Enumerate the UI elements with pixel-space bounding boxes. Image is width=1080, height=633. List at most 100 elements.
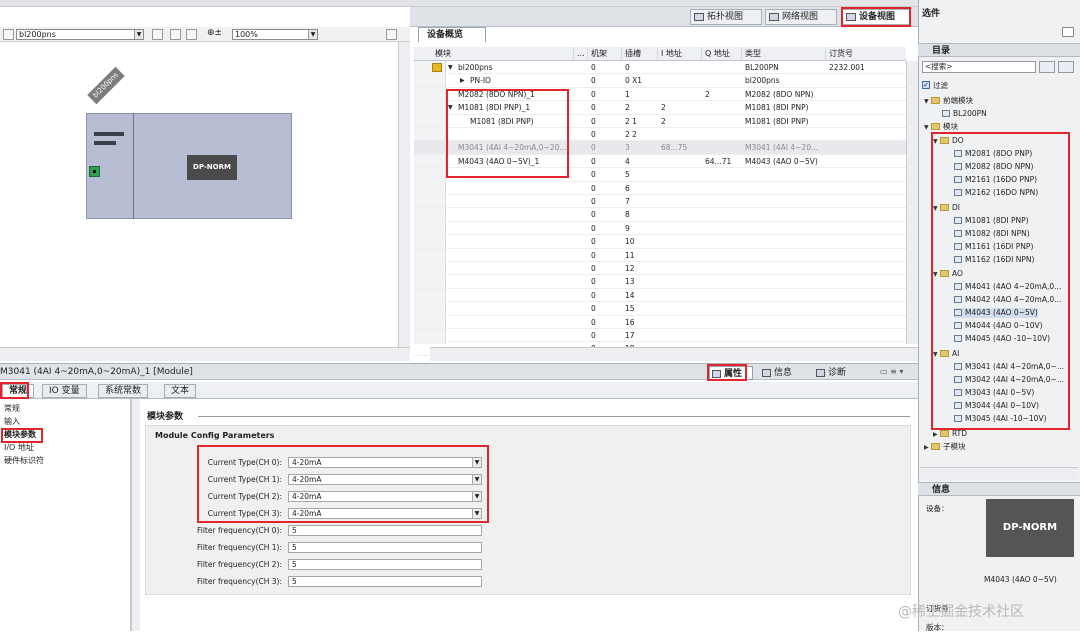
tree-folder-do[interactable]: ▼ DO	[933, 136, 964, 147]
tab-info[interactable]: 信息	[760, 366, 810, 380]
tree-item-ai-1[interactable]: M3042 (4AI 4~20mA,0~...	[954, 375, 1064, 385]
table-row[interactable]: 0 13	[414, 275, 906, 289]
nav-splitter[interactable]	[131, 399, 140, 631]
tree-folder-ao[interactable]: ▼ AO	[933, 269, 963, 280]
module-image[interactable]: DP-NORM	[187, 155, 237, 180]
tree-folder-head-module[interactable]: ▼ 前端模块	[924, 96, 973, 107]
filter-frequency-ch2-input[interactable]: 5	[288, 559, 482, 570]
port-icon[interactable]	[89, 166, 100, 177]
current-type-ch0-select[interactable]: 4-20mA ▼	[288, 457, 482, 468]
col-slot[interactable]: 插槽	[622, 47, 658, 61]
tree-item-ao-0[interactable]: M4041 (4AO 4~20mA,0...	[954, 282, 1061, 292]
table-row[interactable]: 06	[414, 182, 906, 195]
tree-item-ai-3[interactable]: M3044 (4AI 0~10V)	[954, 401, 1039, 411]
fit-icon[interactable]	[186, 29, 197, 40]
table-row[interactable]: 0 11	[414, 249, 906, 262]
nav-io-address[interactable]: I/O 地址	[4, 442, 34, 454]
table-row[interactable]: M1081 (8DI PNP)_1 0 2 2 M1081 (8DI PNP) ▼	[414, 101, 906, 115]
filter-frequency-ch0-input[interactable]: 5	[288, 525, 482, 536]
tree-folder-submodule[interactable]: ▶ 子模块	[924, 442, 966, 453]
table-row[interactable]: bl200pns 0 0 BL200PN 2232.001 ▼	[414, 61, 906, 75]
panel-controls-icon[interactable]: ▭ ≡ ▾	[880, 367, 910, 377]
tree-item-ao-3[interactable]: M4044 (4AO 0~10V)	[954, 321, 1043, 331]
tree-item-di-0[interactable]: M1081 (8DI PNP)	[954, 216, 1029, 226]
table-row[interactable]: 09	[414, 222, 906, 236]
current-type-ch1-select[interactable]: 4-20mA ▼	[288, 474, 482, 485]
tab-properties[interactable]: 属性	[709, 366, 753, 380]
col-type[interactable]: 类型	[742, 47, 826, 61]
tab-general[interactable]: 常规	[2, 384, 35, 398]
filter-frequency-ch1-input[interactable]: 5	[288, 542, 482, 553]
pan-icon[interactable]	[170, 29, 181, 40]
catalog-view-icon[interactable]	[1062, 27, 1074, 37]
nav-general[interactable]: 常规	[4, 403, 20, 415]
catalog-horizontal-scrollbar[interactable]	[920, 467, 1078, 479]
overview-horizontal-scrollbar[interactable]	[430, 347, 918, 361]
tab-diagnostics[interactable]: 诊断	[814, 366, 864, 380]
expand-right-icon[interactable]: ▶	[460, 74, 468, 87]
zoom-icon[interactable]: ⊕±	[207, 28, 222, 38]
nav-module-params[interactable]: 模块参数	[4, 429, 36, 441]
tree-item-do-1[interactable]: M2082 (8DO NPN)	[954, 162, 1033, 172]
tree-folder-module[interactable]: ▼ 模块	[924, 122, 958, 133]
table-row[interactable]: 0 10	[414, 235, 906, 249]
tree-item-ao-4[interactable]: M4045 (4AO -10~10V)	[954, 334, 1050, 344]
grid-icon[interactable]	[152, 29, 163, 40]
expand-down-icon[interactable]: ▼	[448, 61, 456, 74]
tree-item-ai-4[interactable]: M3045 (4AI -10~10V)	[954, 414, 1047, 424]
expand-down-icon[interactable]: ▼	[448, 101, 456, 114]
col-q-address[interactable]: Q 地址	[702, 47, 742, 61]
search-icon[interactable]	[1039, 61, 1055, 73]
tab-system-constants[interactable]: 系统常数	[98, 384, 149, 398]
device-select[interactable]: bl200pns ▼	[16, 29, 144, 40]
table-row[interactable]: 0 17	[414, 329, 906, 343]
table-row[interactable]: 0 15	[414, 302, 906, 316]
search-next-icon[interactable]	[1058, 61, 1074, 73]
table-row[interactable]: 0 16	[414, 316, 906, 329]
tree-item-ai-0[interactable]: M3041 (4AI 4~20mA,0~...	[954, 362, 1064, 372]
tree-item-ao-2-selected[interactable]: M4043 (4AO 0~5V)	[954, 308, 1038, 318]
table-row[interactable]: M3041 (4AI 4~20mA,0~20... 0 3 68...75 M3041 …	[414, 141, 906, 155]
col-i-address[interactable]: I 地址	[658, 47, 702, 61]
tree-item-ai-2[interactable]: M3043 (4AI 0~5V)	[954, 388, 1034, 398]
tree-item-di-2[interactable]: M1161 (16DI PNP)	[954, 242, 1033, 252]
tree-folder-ai[interactable]: ▼ AI	[933, 349, 959, 360]
tab-topology-view[interactable]: 拓扑视图	[690, 9, 762, 25]
table-row[interactable]: M1081 (8DI PNP) 0 2 1 2 M1081 (8DI PNP)	[414, 115, 906, 128]
tree-item-di-1[interactable]: M1082 (8DI NPN)	[954, 229, 1030, 239]
current-type-ch2-select[interactable]: 4-20mA ▼	[288, 491, 482, 502]
tree-item-di-3[interactable]: M1162 (16DI NPN)	[954, 255, 1034, 265]
table-row[interactable]: PN-IO 0 0 X1 bl200pns ▶	[414, 74, 906, 88]
table-row[interactable]: M2082 (8DO NPN)_1 0 1 2 M2082 (8DO NPN)	[414, 88, 906, 102]
tree-item-do-2[interactable]: M2161 (16DO PNP)	[954, 175, 1037, 185]
tab-io-variables[interactable]: IO 变量	[42, 384, 87, 398]
catalog-section[interactable]: 目录	[918, 43, 1080, 57]
tab-text[interactable]: 文本	[164, 384, 197, 398]
col-rack[interactable]: 机架	[588, 47, 622, 61]
filter-checkbox[interactable]: ✓	[922, 81, 930, 89]
tree-item-do-0[interactable]: M2081 (8DO PNP)	[954, 149, 1032, 159]
tree-folder-rtd[interactable]: ▶ RTD	[933, 429, 967, 440]
current-type-ch3-select[interactable]: 4-20mA ▼	[288, 508, 482, 519]
filter-frequency-ch3-input[interactable]: 5	[288, 576, 482, 587]
col-module[interactable]: 模块	[432, 47, 574, 61]
col-more[interactable]: ...	[574, 47, 588, 61]
tree-item-ao-1[interactable]: M4042 (4AO 4~20mA,0...	[954, 295, 1061, 305]
device-list-icon[interactable]	[3, 29, 14, 40]
table-row[interactable]: 0 2 2	[414, 128, 906, 142]
table-row[interactable]: 0 14	[414, 289, 906, 303]
table-row[interactable]: 08	[414, 208, 906, 222]
col-order-number[interactable]: 订货号	[826, 47, 906, 61]
nav-input[interactable]: 输入	[4, 416, 20, 428]
filter-columns-icon[interactable]	[432, 63, 442, 72]
tab-network-view[interactable]: 网络视图	[765, 9, 837, 25]
tree-folder-di[interactable]: ▼ DI	[933, 203, 960, 214]
tree-item-bl200pn[interactable]: BL200PN	[942, 109, 987, 119]
table-row[interactable]: 0 12	[414, 262, 906, 276]
nav-hardware-id[interactable]: 硬件标识符	[4, 455, 44, 467]
info-section[interactable]: 信息	[918, 482, 1080, 496]
overview-vertical-scrollbar[interactable]	[906, 61, 918, 344]
catalog-search-input[interactable]: <搜索>	[922, 61, 1036, 73]
zoom-select[interactable]: 100% ▼	[232, 29, 318, 40]
overview-toggle-icon[interactable]	[386, 29, 397, 40]
